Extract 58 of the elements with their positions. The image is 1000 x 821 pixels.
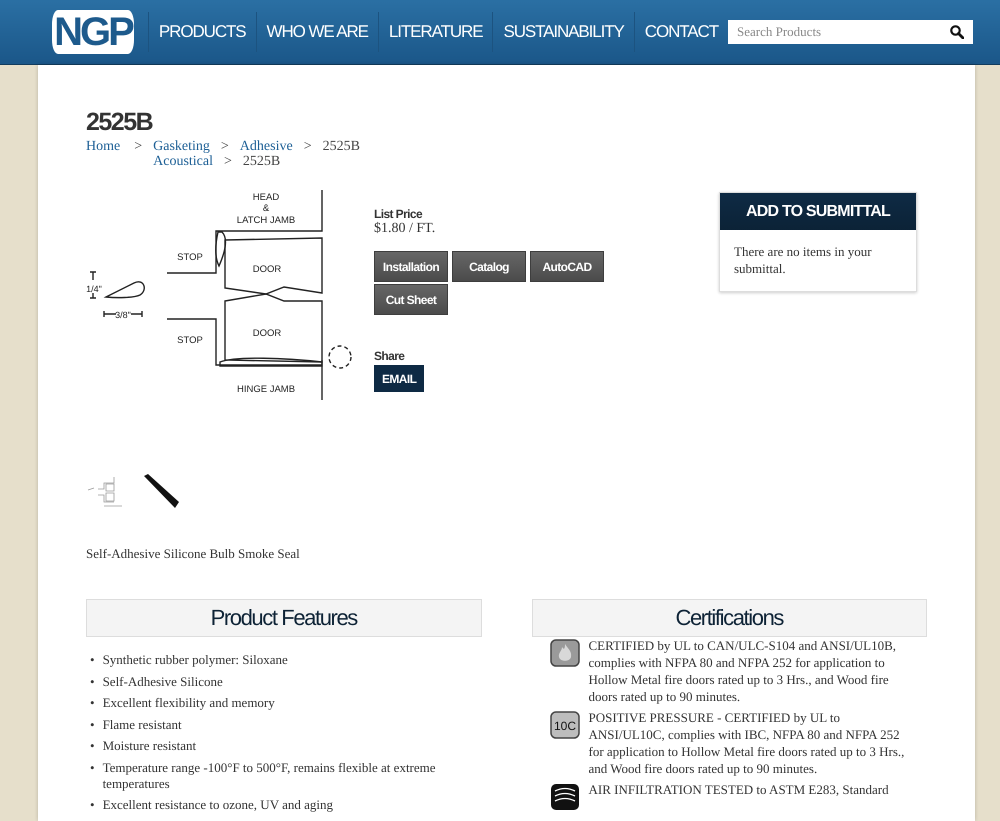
document-button[interactable]: Cut Sheet xyxy=(374,284,448,315)
diagram-label: HEAD xyxy=(252,192,280,203)
feature-item: Excellent resistance to ozone, UV and aging xyxy=(102,797,333,813)
price-label: List Price xyxy=(374,207,424,221)
bullet: • xyxy=(90,674,95,690)
certification-badge: 10C xyxy=(550,711,580,739)
nav-link[interactable]: PRODUCTS xyxy=(148,12,256,52)
feature-item: Excellent flexibility and memory xyxy=(102,695,275,711)
bullet: • xyxy=(90,652,95,668)
price-value: $1.80 / FT. xyxy=(374,221,436,237)
breadcrumb-separator: > xyxy=(302,139,313,154)
section-heading: Product Features xyxy=(86,599,482,637)
feature-item: Synthetic rubber polymer: Siloxane xyxy=(102,652,288,668)
diagram-label: 1/4" xyxy=(86,284,102,294)
breadcrumb-current: 2525B xyxy=(242,154,280,169)
breadcrumb-separator: > xyxy=(133,139,144,154)
document-button[interactable]: AutoCAD xyxy=(530,251,604,282)
breadcrumb-link[interactable]: Adhesive xyxy=(240,139,293,154)
section-heading: Certifications xyxy=(532,599,927,637)
bullet: • xyxy=(90,716,95,732)
diagram-label: DOOR xyxy=(252,328,282,339)
search-field[interactable]: Search Products xyxy=(728,20,973,44)
bullet: • xyxy=(90,760,95,776)
certification-text: AIR INFILTRATION TESTED to ASTM E283, Standard xyxy=(588,781,890,799)
document-button[interactable]: Catalog xyxy=(452,251,526,282)
nav-link[interactable]: SUSTAINABILITY xyxy=(492,12,634,52)
certification-text: POSITIVE PRESSURE - CERTIFIED by UL to ANSI/UL10C, complies with IBC, NFPA 80 and NFPA 252 for application to Hollow Metal fire doors rated up to 3 Hrs., and Wood fire doors rated up to 90 minutes. xyxy=(588,709,906,777)
breadcrumb-separator: > xyxy=(220,139,230,154)
diagram-label: 3/8" xyxy=(115,310,131,320)
diagram-label: STOP xyxy=(177,335,203,346)
product-description: Self-Adhesive Silicone Bulb Smoke Seal xyxy=(86,546,301,562)
feature-item: Flame resistant xyxy=(102,716,182,732)
bullet: • xyxy=(90,695,95,711)
email-button[interactable]: EMAIL xyxy=(374,365,424,392)
diagram-label: LATCH JAMB xyxy=(236,215,296,226)
submittal-message: There are no items in your submittal. xyxy=(733,243,873,278)
diagram-label: & xyxy=(262,203,270,214)
site-logo[interactable]: NGP xyxy=(52,10,134,54)
product-title: 2525B xyxy=(86,107,154,138)
nav-link[interactable]: WHO WE ARE xyxy=(256,12,378,52)
bullet: • xyxy=(90,797,95,813)
diagram-label: DOOR xyxy=(252,264,282,275)
nav-link[interactable]: LITERATURE xyxy=(378,12,492,52)
bullet: • xyxy=(90,738,95,754)
submittal-title: ADD TO SUBMITTAL xyxy=(720,193,916,230)
feature-item: Moisture resistant xyxy=(102,738,196,754)
breadcrumb-link[interactable]: Gasketing xyxy=(153,139,210,154)
share-label: Share xyxy=(374,349,406,363)
breadcrumb-separator: > xyxy=(223,154,233,169)
feature-item: Self-Adhesive Silicone xyxy=(102,674,223,690)
feature-item: Temperature range -100°F to 500°F, remains flexible at extreme temperatures xyxy=(102,760,437,792)
breadcrumb-link[interactable]: Acoustical xyxy=(153,154,213,169)
certification-text: CERTIFIED by UL to CAN/ULC-S104 and ANSI/UL10B, complies with NFPA 80 and NFPA 252 for application to Hollow Metal fire doors rated up to 3 Hrs., and Wood fire doors rated up to 90 minutes. xyxy=(588,637,897,705)
breadcrumb-link[interactable]: Home xyxy=(86,139,120,154)
document-button[interactable]: Installation xyxy=(374,251,448,282)
diagram-label: HINGE JAMB xyxy=(236,384,296,395)
breadcrumb-current: 2525B xyxy=(322,139,360,154)
diagram-label: STOP xyxy=(177,252,203,263)
